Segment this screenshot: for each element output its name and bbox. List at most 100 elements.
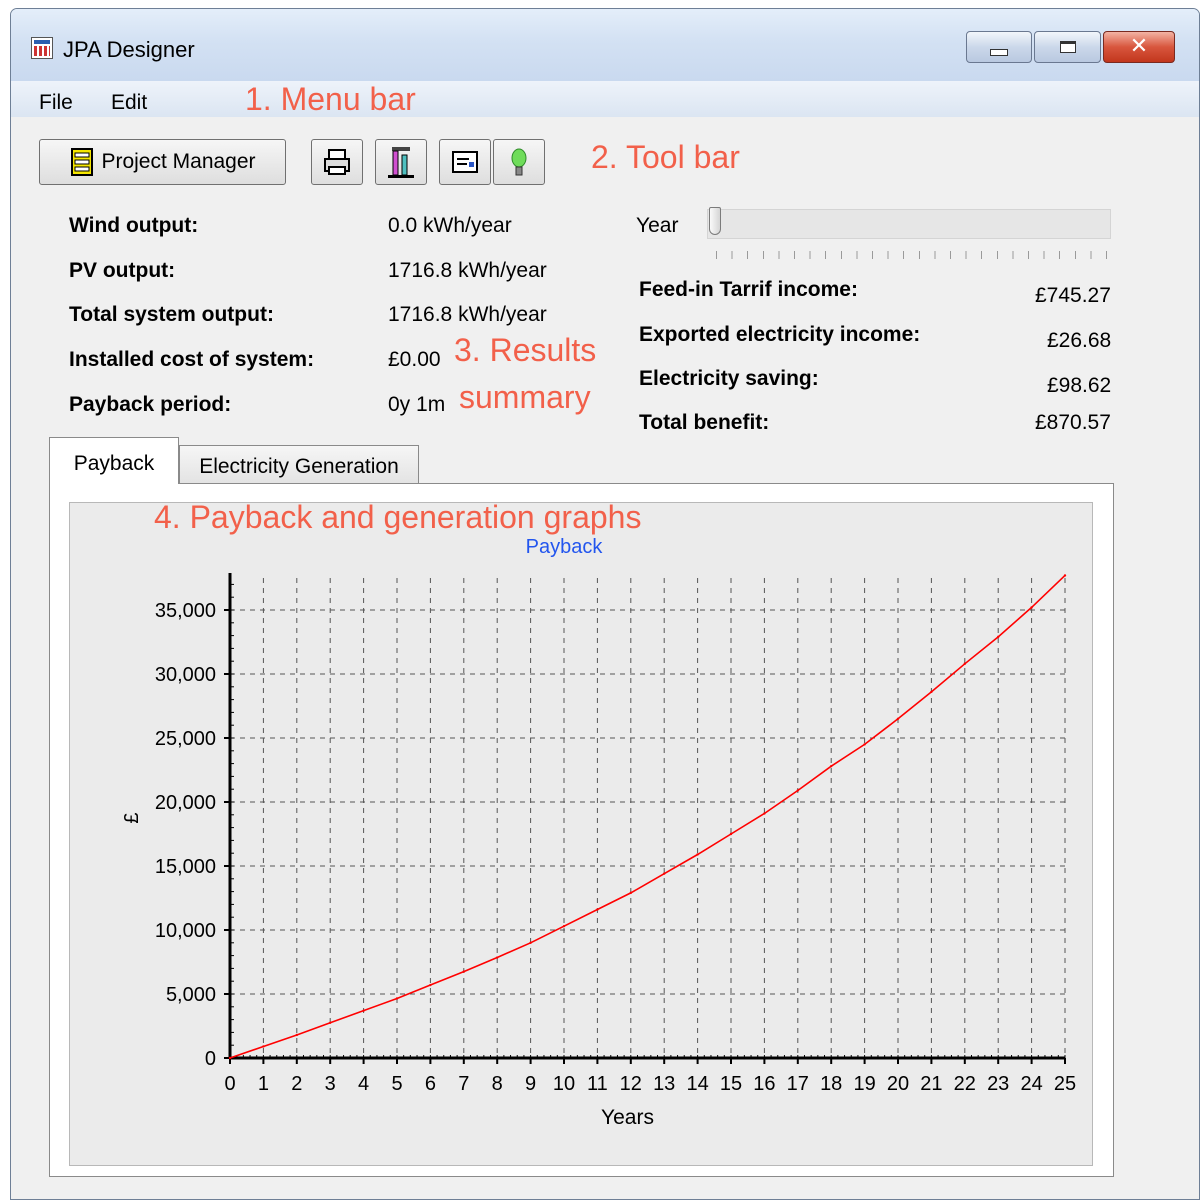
annotation-tool-bar: 2. Tool bar <box>591 139 740 175</box>
year-slider-ticks <box>716 251 1108 259</box>
payback-data-point <box>729 832 733 836</box>
x-tick-label: 24 <box>1020 1073 1042 1095</box>
menu-file[interactable]: File <box>39 91 73 115</box>
payback-data-point <box>796 789 799 792</box>
x-tick-label: 10 <box>553 1073 575 1095</box>
y-tick-label: 10,000 <box>155 920 216 942</box>
total-benefit-value: £870.57 <box>1035 411 1111 434</box>
tab-payback[interactable]: Payback <box>49 437 179 484</box>
minimize-icon <box>990 48 1008 56</box>
print-button[interactable] <box>311 139 363 185</box>
payback-data-point <box>1030 606 1033 609</box>
payback-data-point <box>930 690 933 694</box>
exported-electricity-value: £26.68 <box>1047 329 1112 352</box>
payback-data-point <box>262 1045 265 1048</box>
main-content: Wind output: 0.0 kWh/year PV output: 171… <box>11 189 1199 1199</box>
annotation-graphs: 4. Payback and generation graphs <box>154 499 642 535</box>
maximize-icon <box>1059 41 1076 53</box>
electricity-saving-value: £98.62 <box>1047 374 1112 397</box>
title-bar: JPA Designer ✕ <box>11 9 1199 81</box>
tab-panel: 0 5,000 10,000 15,000 20,000 25,000 30,000 35,0… <box>49 483 1114 1177</box>
year-slider-thumb[interactable] <box>709 207 721 235</box>
payback-data-point <box>395 997 399 1000</box>
tool-bar: Project Manager 2. Tool bar <box>11 117 1199 189</box>
payback-data-point <box>429 983 432 987</box>
x-tick-label: 18 <box>820 1073 842 1095</box>
payback-data-point <box>228 1056 232 1060</box>
y-tick-label: 15,000 <box>155 856 216 878</box>
app-icon <box>31 37 53 59</box>
menu-bar: File Edit 1. Menu bar <box>11 81 1199 118</box>
x-tick-label: 3 <box>325 1073 336 1095</box>
payback-data-point <box>496 956 499 959</box>
payback-data-point <box>529 941 532 944</box>
y-tick-label: 0 <box>205 1048 216 1070</box>
y-axis-label: £ <box>121 812 143 823</box>
x-tick-label: 21 <box>920 1073 942 1095</box>
maximize-button[interactable] <box>1034 31 1101 63</box>
total-system-output-label: Total system output: <box>69 303 274 326</box>
x-tick-label: 4 <box>358 1073 369 1095</box>
x-tick-label: 25 <box>1054 1073 1076 1095</box>
exported-electricity-label: Exported electricity income: <box>639 323 921 346</box>
feed-in-tariff-value: £745.27 <box>1035 284 1111 307</box>
payback-data-point <box>997 635 1000 639</box>
y-tick-label: 30,000 <box>155 664 216 686</box>
x-tick-label: 17 <box>787 1073 809 1095</box>
x-tick-label: 6 <box>425 1073 436 1095</box>
annotation-results-line2: summary <box>459 379 591 415</box>
y-tick-label: 5,000 <box>166 984 216 1006</box>
wind-output-value: 0.0 kWh/year <box>388 214 512 237</box>
x-tick-label: 12 <box>620 1073 642 1095</box>
year-label: Year <box>636 214 679 237</box>
x-tick-label: 13 <box>653 1073 675 1095</box>
electricity-saving-label: Electricity saving: <box>639 367 819 390</box>
payback-chart-area: 0 5,000 10,000 15,000 20,000 25,000 30,000 35,0… <box>69 502 1093 1166</box>
document-icon <box>452 151 478 173</box>
document-button[interactable] <box>439 139 491 185</box>
y-tick-label: 25,000 <box>155 728 216 750</box>
menu-edit[interactable]: Edit <box>111 91 147 115</box>
x-tick-label: 0 <box>224 1073 235 1095</box>
payback-data-point <box>329 1021 332 1024</box>
x-tick-label: 7 <box>458 1073 469 1095</box>
x-tick-label: 23 <box>987 1073 1009 1095</box>
bulb-button[interactable] <box>493 139 545 185</box>
payback-data-point <box>663 872 666 875</box>
pv-output-label: PV output: <box>69 259 176 282</box>
chart-icon <box>388 147 414 178</box>
year-slider-track[interactable] <box>707 209 1111 239</box>
payback-data-point <box>596 908 599 911</box>
x-tick-label: 16 <box>753 1073 775 1095</box>
project-manager-label: Project Manager <box>101 150 256 173</box>
x-tick-label: 22 <box>954 1073 976 1095</box>
project-manager-button[interactable]: Project Manager <box>39 139 286 185</box>
installed-cost-label: Installed cost of system: <box>69 348 315 371</box>
x-tick-label: 8 <box>492 1073 503 1095</box>
total-system-output-value: 1716.8 kWh/year <box>388 303 547 326</box>
payback-data-point <box>963 662 966 665</box>
total-benefit-label: Total benefit: <box>639 411 770 434</box>
x-tick-label: 11 <box>587 1073 608 1095</box>
x-tick-label: 2 <box>291 1073 302 1095</box>
payback-chart: 0 5,000 10,000 15,000 20,000 25,000 30,000 35,0… <box>121 536 1076 1129</box>
chart-title: Payback <box>526 536 604 558</box>
window-title: JPA Designer <box>63 37 195 62</box>
print-icon <box>324 149 350 175</box>
close-button[interactable]: ✕ <box>1103 31 1175 63</box>
x-tick-label: 15 <box>720 1073 742 1095</box>
payback-data-point <box>629 891 632 895</box>
x-tick-label: 19 <box>853 1073 875 1095</box>
x-axis-label: Years <box>601 1106 654 1129</box>
annotation-results-line1: 3. Results <box>454 332 597 368</box>
project-manager-icon <box>71 148 94 176</box>
pv-output-value: 1716.8 kWh/year <box>388 259 547 282</box>
tab-electricity-generation[interactable]: Electricity Generation <box>179 445 419 484</box>
x-tick-label: 14 <box>686 1073 708 1095</box>
payback-data-point <box>362 1009 365 1012</box>
x-tick-label: 20 <box>887 1073 909 1095</box>
installed-cost-value: £0.00 <box>388 348 441 371</box>
x-tick-label: 9 <box>525 1073 536 1095</box>
minimize-button[interactable] <box>966 31 1032 63</box>
chart-button[interactable] <box>375 139 427 185</box>
